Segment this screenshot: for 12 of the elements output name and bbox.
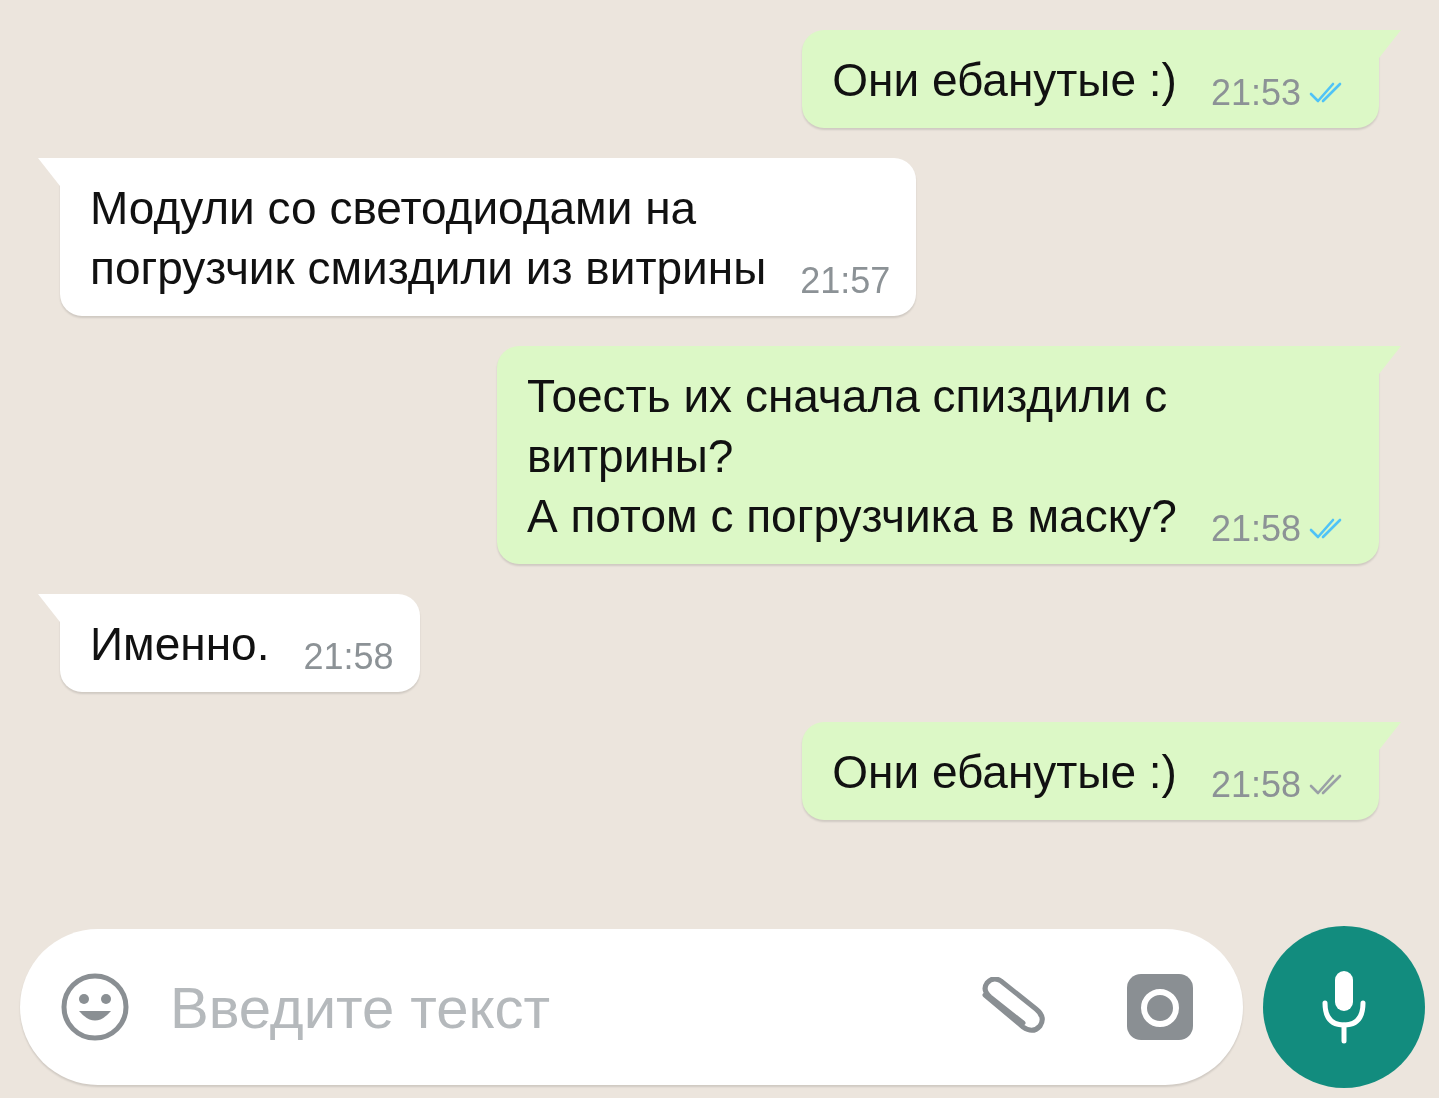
- message-text: Они ебанутые :): [832, 745, 1177, 800]
- message-time: 21:58: [1210, 764, 1301, 806]
- message-time: 21:53: [1210, 72, 1301, 114]
- camera-icon[interactable]: [1125, 972, 1195, 1042]
- message-time: 21:58: [1210, 508, 1301, 550]
- message-time: 21:58: [303, 636, 394, 678]
- message-time: 21:57: [800, 260, 891, 302]
- message-input[interactable]: Введите текст: [20, 929, 1243, 1085]
- message-text: Тоесть их сначала спиздили с витрины? А потом с погрузчика в маску?: [526, 369, 1177, 544]
- message-text: Именно.: [90, 617, 270, 672]
- message-text: Модули со светодиодами на погрузчик смиздили из витрины: [90, 181, 767, 296]
- message-text: Они ебанутые :): [832, 53, 1177, 108]
